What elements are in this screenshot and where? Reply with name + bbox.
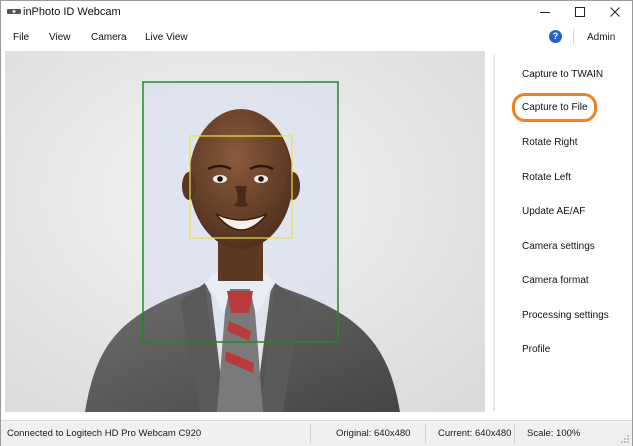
menu-view[interactable]: View — [49, 32, 71, 43]
status-divider — [514, 424, 515, 443]
menu-file[interactable]: File — [13, 32, 29, 43]
webcam-image — [5, 51, 485, 412]
capture-to-file-button[interactable]: Capture to File — [522, 102, 588, 113]
connection-status: Connected to Logitech HD Pro Webcam C920 — [7, 428, 202, 439]
status-divider — [310, 424, 311, 443]
title-bar: inPhoto ID Webcam — [1, 1, 632, 23]
camera-settings-button[interactable]: Camera settings — [522, 241, 595, 252]
menu-camera[interactable]: Camera — [91, 32, 127, 43]
maximize-icon — [575, 7, 585, 17]
camera-format-button[interactable]: Camera format — [522, 275, 589, 286]
current-resolution: Current: 640x480 — [438, 428, 512, 439]
admin-menu[interactable]: Admin — [587, 32, 615, 43]
window-title: inPhoto ID Webcam — [23, 6, 121, 18]
maximize-button[interactable] — [563, 1, 597, 23]
capture-to-twain-button[interactable]: Capture to TWAIN — [522, 69, 603, 80]
profile-button[interactable]: Profile — [522, 344, 550, 355]
close-icon — [610, 7, 620, 17]
app-icon — [7, 9, 21, 14]
status-divider — [425, 424, 426, 443]
scale-status: Scale: 100% — [527, 428, 581, 439]
processing-settings-button[interactable]: Processing settings — [522, 310, 609, 321]
panel-divider — [493, 55, 495, 411]
rotate-left-button[interactable]: Rotate Left — [522, 172, 571, 183]
minimize-icon — [540, 12, 550, 13]
resize-grip-icon[interactable] — [620, 434, 630, 444]
status-bar: Connected to Logitech HD Pro Webcam C920… — [1, 420, 632, 446]
original-resolution: Original: 640x480 — [336, 428, 411, 439]
rotate-right-button[interactable]: Rotate Right — [522, 137, 578, 148]
minimize-button[interactable] — [528, 1, 562, 23]
help-icon[interactable]: ? — [549, 30, 562, 43]
camera-preview[interactable] — [5, 51, 485, 412]
close-button[interactable] — [598, 1, 632, 23]
update-ae-af-button[interactable]: Update AE/AF — [522, 206, 585, 217]
menu-divider — [573, 29, 574, 45]
menu-bar: File View Camera Live View ? Admin — [1, 25, 632, 49]
menu-live-view[interactable]: Live View — [145, 32, 188, 43]
app-window: inPhoto ID Webcam File View Camera Live … — [0, 0, 633, 446]
